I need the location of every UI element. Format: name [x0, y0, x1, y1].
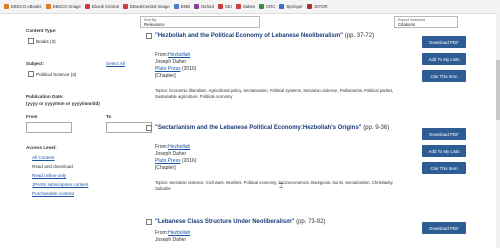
publication-date-heading: Publication Date: — [26, 94, 64, 99]
bookmark-icon — [306, 4, 312, 9]
result-author: Joseph Daher — [155, 59, 187, 65]
result-author: Joseph Daher — [155, 151, 187, 157]
bookmark-sabes[interactable]: Sabes — [235, 4, 255, 9]
sort-select[interactable]: Sort By Relevance — [140, 16, 260, 28]
from-date-input[interactable] — [26, 122, 72, 133]
bookmark-icon — [173, 4, 179, 9]
bookmark-sei[interactable]: SEI — [217, 4, 232, 9]
result-item: "Lebanese Class Structure Under Neoliber… — [146, 218, 466, 248]
result-topics: Topics: Economic liberalism, Agricultura… — [155, 88, 394, 99]
result-title[interactable]: "Hezbollah and the Political Economy of … — [155, 32, 417, 40]
result-from: From:Hezbollah — [155, 230, 191, 236]
result-publisher: Pluto Press (2016) — [155, 66, 197, 72]
add-to-lists-button[interactable]: Add To My Lists — [422, 53, 466, 65]
bookmark-icon — [279, 4, 285, 9]
result-checkbox[interactable] — [146, 125, 152, 131]
scrollbar[interactable] — [496, 13, 500, 248]
content-type-heading: Content Type: — [26, 28, 57, 33]
bookmark-emb[interactable]: EMB — [173, 4, 190, 9]
add-to-lists-button[interactable]: Add To My Lists — [422, 145, 466, 157]
access-purchasable[interactable]: Purchasable content — [32, 191, 74, 196]
download-pdf-button[interactable]: Download PDF — [422, 36, 466, 48]
result-checkbox[interactable] — [146, 219, 152, 225]
bookmark-crc[interactable]: CRC — [259, 4, 275, 9]
result-from: From:Hezbollah — [155, 52, 191, 58]
cite-item-button[interactable]: Cite This Item — [422, 70, 466, 82]
sort-value: Relevance — [144, 22, 165, 27]
to-label: To — [106, 114, 112, 119]
result-author: Joseph Daher — [155, 237, 187, 243]
bookmark-ebsco-image[interactable]: EBSCO Image — [45, 4, 81, 9]
scrollbar-thumb[interactable] — [496, 60, 500, 120]
select-all-link[interactable]: Select All — [106, 61, 125, 66]
bookmark-icon — [235, 4, 241, 9]
bookmark-ebookcentral-image[interactable]: EBookCentral Image — [123, 4, 170, 9]
result-item: "Hezbollah and the Political Economy of … — [146, 32, 466, 107]
access-read-online[interactable]: Read online only — [32, 173, 66, 178]
result-title[interactable]: "Lebanese Class Structure Under Neoliber… — [155, 218, 417, 226]
bookmark-icon — [84, 4, 90, 9]
mouse-cursor-icon: ⌶ — [279, 183, 284, 190]
bookmark-ebsco-ebooks[interactable]: EBSCO eBooks — [4, 4, 42, 9]
bookmark-ebook-central[interactable]: Ebook Central — [84, 4, 119, 9]
access-read-download: Read and download — [32, 164, 73, 169]
checkbox[interactable] — [28, 38, 34, 44]
bookmark-icon — [217, 4, 223, 9]
political-science-filter[interactable]: Political Science (3) — [28, 71, 76, 77]
bookmark-icon — [259, 4, 264, 9]
result-from: From:Hezbollah — [155, 144, 191, 150]
access-jpass[interactable]: JPASS subscription content — [32, 182, 88, 187]
download-pdf-button[interactable]: Download PDF — [422, 128, 466, 140]
cite-item-button[interactable]: Cite This Item — [422, 162, 466, 174]
result-item: "Sectarianism and the Lebanese Political… — [146, 124, 466, 199]
bookmark-springer[interactable]: Springer — [279, 4, 303, 9]
checkbox[interactable] — [28, 71, 34, 77]
export-select[interactable]: Export Selected Citations — [394, 16, 458, 28]
publication-date-format: (yyyy or yyyy/mm or yyyy/mm/dd) — [26, 101, 100, 106]
subject-heading: Subject: — [26, 61, 45, 66]
bookmark-jstor[interactable]: JSTOR — [306, 4, 328, 9]
download-pdf-button[interactable]: Download PDF — [422, 222, 466, 234]
from-label: From — [26, 114, 38, 119]
bookmark-icon — [193, 4, 199, 9]
access-level-heading: Access Level: — [26, 145, 57, 150]
bookmark-icon — [45, 4, 51, 9]
result-type: [Chapter] — [155, 73, 176, 79]
result-checkbox[interactable] — [146, 33, 152, 39]
result-publisher: Pluto Press (2016) — [155, 158, 197, 164]
bookmarks-bar: EBSCO eBooks EBSCO Image Ebook Central E… — [0, 0, 500, 14]
bookmark-icon — [123, 4, 128, 9]
books-filter[interactable]: Books (3) — [28, 38, 56, 44]
export-value: Citations — [398, 22, 416, 27]
result-title[interactable]: "Sectarianism and the Lebanese Political… — [155, 124, 417, 132]
bookmark-icon — [4, 4, 9, 9]
bookmark-oxford[interactable]: Oxford — [193, 4, 214, 9]
result-type: [Chapter] — [155, 165, 176, 171]
access-all-content[interactable]: All Content — [32, 155, 54, 160]
